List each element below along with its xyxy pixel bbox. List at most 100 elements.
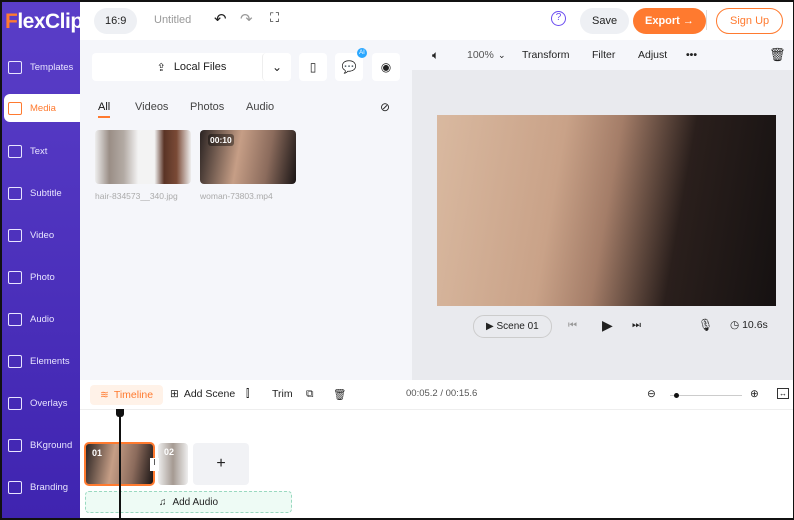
microphone-icon[interactable]: 🎙︎ bbox=[698, 318, 713, 332]
music-icon: ♫ bbox=[158, 496, 167, 508]
upload-icon: ⇪ bbox=[156, 61, 166, 74]
phone-upload-icon[interactable]: ▯ bbox=[299, 53, 327, 81]
export-button[interactable]: Export → bbox=[633, 8, 706, 34]
sidebar-item-text[interactable]: Text bbox=[4, 136, 80, 166]
play-icon[interactable]: ▶ bbox=[602, 317, 613, 334]
sidebar-item-branding[interactable]: Branding bbox=[4, 472, 80, 502]
sidebar-item-label: Photo bbox=[30, 271, 55, 283]
add-audio-button[interactable]: ♫ Add Audio bbox=[85, 491, 292, 513]
more-icon[interactable]: ••• bbox=[686, 49, 697, 61]
add-scene-button[interactable]: ⊞ Add Scene bbox=[170, 388, 235, 400]
screen-record-icon[interactable]: ◉ bbox=[372, 53, 400, 81]
tab-audio[interactable]: Audio bbox=[246, 101, 274, 113]
duration-value: 10.6s bbox=[742, 319, 768, 331]
add-square-icon: ⊞ bbox=[170, 388, 179, 400]
music-icon bbox=[8, 312, 22, 326]
folder-plus-icon bbox=[8, 101, 22, 115]
adjust-button[interactable]: Adjust bbox=[638, 49, 667, 61]
sidebar-item-label: Branding bbox=[30, 481, 69, 493]
add-audio-label: Add Audio bbox=[172, 496, 219, 508]
ai-caption-icon[interactable]: 💬 AI bbox=[335, 48, 367, 81]
sidebar-item-overlays[interactable]: Overlays bbox=[4, 388, 80, 418]
sidebar-item-label: Video bbox=[30, 229, 55, 241]
sidebar-item-media[interactable]: Media bbox=[4, 94, 80, 122]
sidebar-item-subtitle[interactable]: Subtitle bbox=[4, 178, 80, 208]
layers-icon bbox=[8, 60, 22, 74]
tab-videos[interactable]: Videos bbox=[135, 101, 168, 113]
media-thumbnail-hair[interactable] bbox=[95, 130, 191, 184]
scene-clip-02[interactable]: 02 bbox=[158, 443, 188, 485]
sidebar-item-label: Media bbox=[30, 102, 56, 114]
local-files-label: Local Files bbox=[173, 61, 227, 73]
file-name: woman-73803.mp4 bbox=[200, 191, 273, 201]
media-thumbnail-woman[interactable]: 00:10 bbox=[200, 130, 296, 184]
fullscreen-icon[interactable]: ⛶ bbox=[270, 10, 279, 26]
play-scene-button[interactable]: ▶ Scene 01 bbox=[473, 315, 552, 338]
stamp-icon bbox=[8, 480, 22, 494]
sidebar-item-video[interactable]: Video bbox=[4, 220, 80, 250]
redo-icon[interactable]: ↷ bbox=[240, 10, 253, 28]
zoom-dropdown[interactable]: 100% bbox=[467, 49, 494, 61]
video-icon bbox=[8, 228, 22, 242]
filter-button[interactable]: Filter bbox=[592, 49, 615, 61]
duplicate-icon[interactable]: ⧉ bbox=[306, 388, 314, 401]
project-title[interactable]: Untitled bbox=[154, 14, 191, 26]
transform-button[interactable]: Transform bbox=[522, 49, 569, 61]
sidebar-item-elements[interactable]: Elements bbox=[4, 346, 80, 376]
video-preview[interactable] bbox=[437, 115, 776, 306]
zoom-out-icon[interactable]: ⊖ bbox=[647, 388, 656, 400]
save-button[interactable]: Save bbox=[580, 8, 630, 34]
undo-icon[interactable]: ↶ bbox=[214, 10, 227, 28]
zoom-slider[interactable] bbox=[670, 393, 742, 398]
timeline-icon: ≋ bbox=[100, 389, 109, 401]
photo-icon bbox=[8, 270, 22, 284]
elements-icon bbox=[8, 354, 22, 368]
background-icon bbox=[8, 438, 22, 452]
add-scene-tile[interactable]: + bbox=[193, 443, 249, 485]
text-icon bbox=[8, 144, 22, 158]
add-scene-label: Add Scene bbox=[183, 388, 236, 400]
overlays-icon bbox=[8, 396, 22, 410]
zoom-in-icon[interactable]: ⊕ bbox=[750, 388, 759, 400]
sidebar-item-audio[interactable]: Audio bbox=[4, 304, 80, 334]
logo: FlexClip bbox=[5, 10, 83, 33]
sidebar-item-bkground[interactable]: BKground bbox=[4, 430, 80, 460]
sidebar-item-photo[interactable]: Photo bbox=[4, 262, 80, 292]
timeline-label: Timeline bbox=[113, 389, 154, 401]
preview-toolbar: 🔈︎ 100% ⌄ Transform Filter Adjust ••• 🗑︎ bbox=[412, 40, 794, 70]
divider bbox=[80, 409, 794, 410]
trim-button[interactable]: Trim bbox=[272, 388, 293, 400]
sidebar-item-label: Audio bbox=[30, 313, 55, 325]
trash-icon[interactable]: 🗑︎ bbox=[769, 47, 786, 63]
volume-icon[interactable]: 🔈︎ bbox=[432, 48, 439, 63]
sidebar-item-templates[interactable]: Templates bbox=[4, 52, 80, 82]
upload-options-dropdown[interactable]: ⌄ bbox=[262, 53, 291, 81]
scene-label: Scene 01 bbox=[496, 321, 539, 332]
split-icon[interactable]: ⫿ bbox=[246, 388, 249, 401]
time-readout: 00:05.2 / 00:15.6 bbox=[406, 388, 478, 399]
help-icon[interactable]: ? bbox=[551, 11, 566, 26]
clock-icon: ◷ bbox=[730, 319, 740, 331]
cloud-off-icon[interactable]: ⊘ bbox=[380, 100, 390, 114]
playhead[interactable] bbox=[119, 415, 121, 520]
scene-number: 01 bbox=[92, 448, 103, 458]
transition-icon[interactable]: I bbox=[150, 458, 159, 471]
timeline-button[interactable]: ≋ Timeline bbox=[90, 385, 164, 405]
subtitle-icon bbox=[8, 186, 22, 200]
sign-up-button[interactable]: Sign Up bbox=[716, 8, 784, 34]
file-name: hair-834573__340.jpg bbox=[95, 191, 178, 201]
sidebar-item-label: BKground bbox=[30, 439, 73, 451]
tab-all[interactable]: All bbox=[98, 101, 111, 118]
top-bar: 16:9 Untitled ↶ ↷ ⛶ ? Save Export → Sign… bbox=[80, 0, 794, 40]
media-panel: ⇪ Local Files ⌄ ▯ 💬 AI ◉ All Videos Photos… bbox=[80, 40, 412, 380]
fit-icon[interactable]: ↔ bbox=[777, 388, 789, 399]
skip-back-icon[interactable]: ⏮ bbox=[568, 320, 577, 331]
delete-icon[interactable]: 🗑︎ bbox=[333, 388, 346, 401]
divider bbox=[706, 10, 707, 30]
sidebar-item-label: Elements bbox=[30, 355, 70, 367]
tab-photos[interactable]: Photos bbox=[190, 101, 224, 113]
duration-display: ◷ 10.6s bbox=[730, 319, 768, 331]
zoom-slider-handle[interactable] bbox=[673, 393, 679, 398]
skip-forward-icon[interactable]: ⏭ bbox=[632, 320, 641, 331]
aspect-ratio-button[interactable]: 16:9 bbox=[94, 8, 138, 34]
